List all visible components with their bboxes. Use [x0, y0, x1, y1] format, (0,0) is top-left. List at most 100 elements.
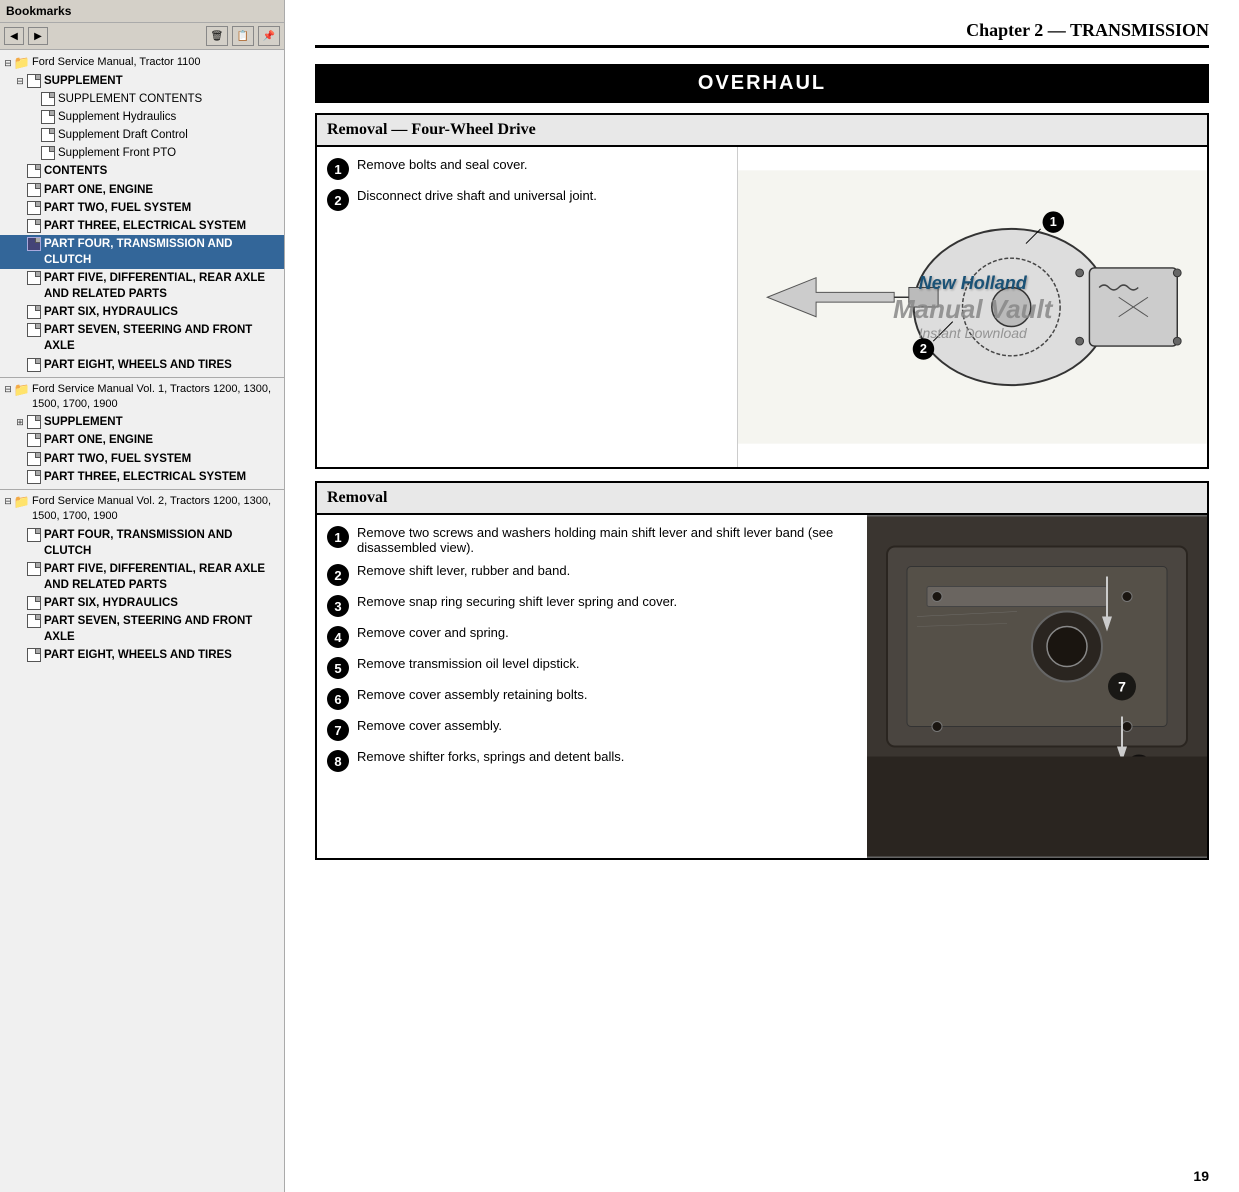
t2-part-two-item[interactable]: PART TWO, FUEL SYSTEM	[0, 450, 284, 468]
expand-icon: ⊟	[2, 495, 14, 509]
t3-part-eight-label: PART EIGHT, WHEELS AND TIRES	[44, 647, 232, 663]
copy-button[interactable]: 📋	[232, 26, 254, 46]
supplement-draft-item[interactable]: Supplement Draft Control	[0, 126, 284, 144]
step2-text-1: Remove two screws and washers holding ma…	[357, 525, 857, 555]
t2-supplement-label: SUPPLEMENT	[44, 414, 123, 430]
page-icon	[26, 414, 42, 430]
paste-button[interactable]: 📌	[258, 26, 280, 46]
expand-icon: ⊟	[2, 56, 14, 70]
expand-icon-empty	[14, 201, 26, 215]
step2-num-6: 6	[327, 688, 349, 710]
page-icon	[26, 218, 42, 234]
page-icon	[40, 109, 56, 125]
step-item: 5 Remove transmission oil level dipstick…	[327, 656, 857, 679]
part-four-item[interactable]: PART FOUR, TRANSMISSION AND CLUTCH	[0, 235, 284, 269]
t2-part-three-item[interactable]: PART THREE, ELECTRICAL SYSTEM	[0, 468, 284, 486]
step2-num-3: 3	[327, 595, 349, 617]
t3-part-five-item[interactable]: PART FIVE, DIFFERENTIAL, REAR AXLE AND R…	[0, 560, 284, 594]
part-seven-label: PART SEVEN, STEERING AND FRONT AXLE	[44, 322, 282, 354]
page-icon	[40, 127, 56, 143]
delete-button[interactable]: 🗑	[206, 26, 228, 46]
back-button[interactable]: ◀	[4, 27, 24, 45]
supplement-draft-label: Supplement Draft Control	[58, 127, 188, 143]
part-one-item[interactable]: PART ONE, ENGINE	[0, 181, 284, 199]
step2-text-7: Remove cover assembly.	[357, 718, 502, 733]
expand-icon-empty	[28, 128, 40, 142]
page-icon	[26, 647, 42, 663]
expand-icon-empty	[14, 562, 26, 576]
part-six-item[interactable]: PART SIX, HYDRAULICS	[0, 303, 284, 321]
t2-part-two-label: PART TWO, FUEL SYSTEM	[44, 451, 191, 467]
t3-part-seven-label: PART SEVEN, STEERING AND FRONT AXLE	[44, 613, 282, 645]
part-two-label: PART TWO, FUEL SYSTEM	[44, 200, 191, 216]
sidebar-title: Bookmarks	[6, 4, 71, 18]
page-number: 19	[1193, 1168, 1209, 1184]
tree-divider-1	[0, 377, 284, 378]
t2-part-three-label: PART THREE, ELECTRICAL SYSTEM	[44, 469, 246, 485]
main-content: Chapter 2 — TRANSMISSION OVERHAUL Remova…	[285, 0, 1239, 1192]
expand-icon-empty	[14, 648, 26, 662]
tree1-root-label: Ford Service Manual, Tractor 1100	[32, 55, 201, 70]
forward-button[interactable]: ▶	[28, 27, 48, 45]
expand-icon-empty	[14, 237, 26, 251]
step-num-2: 2	[327, 189, 349, 211]
expand-icon-empty	[14, 323, 26, 337]
expand-icon-empty	[14, 528, 26, 542]
expand-icon-empty	[28, 146, 40, 160]
expand-icon-empty	[14, 452, 26, 466]
sidebar-tree[interactable]: ⊟ 📁 Ford Service Manual, Tractor 1100 ⊟ …	[0, 50, 284, 1192]
expand-icon-empty	[14, 183, 26, 197]
supplement-contents-label: SUPPLEMENT CONTENTS	[58, 91, 202, 107]
expand-icon-empty	[14, 219, 26, 233]
step2-num-5: 5	[327, 657, 349, 679]
part-three-label: PART THREE, ELECTRICAL SYSTEM	[44, 218, 246, 234]
page-icon	[26, 595, 42, 611]
section1-content: 1 Remove bolts and seal cover. 2 Disconn…	[317, 147, 1207, 467]
section1-steps: 1 Remove bolts and seal cover. 2 Disconn…	[317, 147, 727, 467]
t3-part-eight-item[interactable]: PART EIGHT, WHEELS AND TIRES	[0, 646, 284, 664]
page-icon	[40, 91, 56, 107]
contents-item[interactable]: CONTENTS	[0, 162, 284, 180]
step2-num-8: 8	[327, 750, 349, 772]
supplement-pto-item[interactable]: Supplement Front PTO	[0, 144, 284, 162]
page-icon	[26, 469, 42, 485]
section2-content: 1 Remove two screws and washers holding …	[317, 515, 1207, 858]
expand-icon-empty	[14, 470, 26, 484]
part-seven-item[interactable]: PART SEVEN, STEERING AND FRONT AXLE	[0, 321, 284, 355]
tree-root-3[interactable]: ⊟ 📁 Ford Service Manual Vol. 2, Tractors…	[0, 493, 284, 526]
page-icon	[26, 182, 42, 198]
t2-part-one-item[interactable]: PART ONE, ENGINE	[0, 431, 284, 449]
step2-num-7: 7	[327, 719, 349, 741]
t3-part-seven-item[interactable]: PART SEVEN, STEERING AND FRONT AXLE	[0, 612, 284, 646]
part-five-item[interactable]: PART FIVE, DIFFERENTIAL, REAR AXLE AND R…	[0, 269, 284, 303]
supplement-hydraulics-item[interactable]: Supplement Hydraulics	[0, 108, 284, 126]
sidebar-header: Bookmarks	[0, 0, 284, 23]
expand-icon-empty	[14, 305, 26, 319]
step-item: 1 Remove bolts and seal cover.	[327, 157, 717, 180]
section2-box: Removal 1 Remove two screws and washers …	[315, 481, 1209, 860]
step2-num-1: 1	[327, 526, 349, 548]
part-two-item[interactable]: PART TWO, FUEL SYSTEM	[0, 199, 284, 217]
tree-root-2[interactable]: ⊟ 📁 Ford Service Manual Vol. 1, Tractors…	[0, 381, 284, 414]
part-one-label: PART ONE, ENGINE	[44, 182, 153, 198]
chapter-header: Chapter 2 — TRANSMISSION	[315, 20, 1209, 48]
t3-part-six-item[interactable]: PART SIX, HYDRAULICS	[0, 594, 284, 612]
t2-supplement-item[interactable]: ⊞ SUPPLEMENT	[0, 413, 284, 431]
page-icon	[26, 163, 42, 179]
expand-icon-empty	[14, 614, 26, 628]
step-item: 4 Remove cover and spring.	[327, 625, 857, 648]
part-eight-label: PART EIGHT, WHEELS AND TIRES	[44, 357, 232, 373]
tree-root-1[interactable]: ⊟ 📁 Ford Service Manual, Tractor 1100	[0, 54, 284, 72]
chapter-title: Chapter 2 — TRANSMISSION	[966, 20, 1209, 40]
supplement-contents-item[interactable]: SUPPLEMENT CONTENTS	[0, 90, 284, 108]
t3-part-four-item[interactable]: PART FOUR, TRANSMISSION AND CLUTCH	[0, 526, 284, 560]
svg-text:2: 2	[920, 342, 927, 356]
part-eight-item[interactable]: PART EIGHT, WHEELS AND TIRES	[0, 356, 284, 374]
expand-icon-empty	[28, 110, 40, 124]
part-three-item[interactable]: PART THREE, ELECTRICAL SYSTEM	[0, 217, 284, 235]
supplement-item[interactable]: ⊟ SUPPLEMENT	[0, 72, 284, 90]
folder-icon: 📁	[14, 382, 30, 398]
tree2-root-label: Ford Service Manual Vol. 1, Tractors 120…	[32, 382, 282, 413]
step2-num-2: 2	[327, 564, 349, 586]
part-five-label: PART FIVE, DIFFERENTIAL, REAR AXLE AND R…	[44, 270, 282, 302]
